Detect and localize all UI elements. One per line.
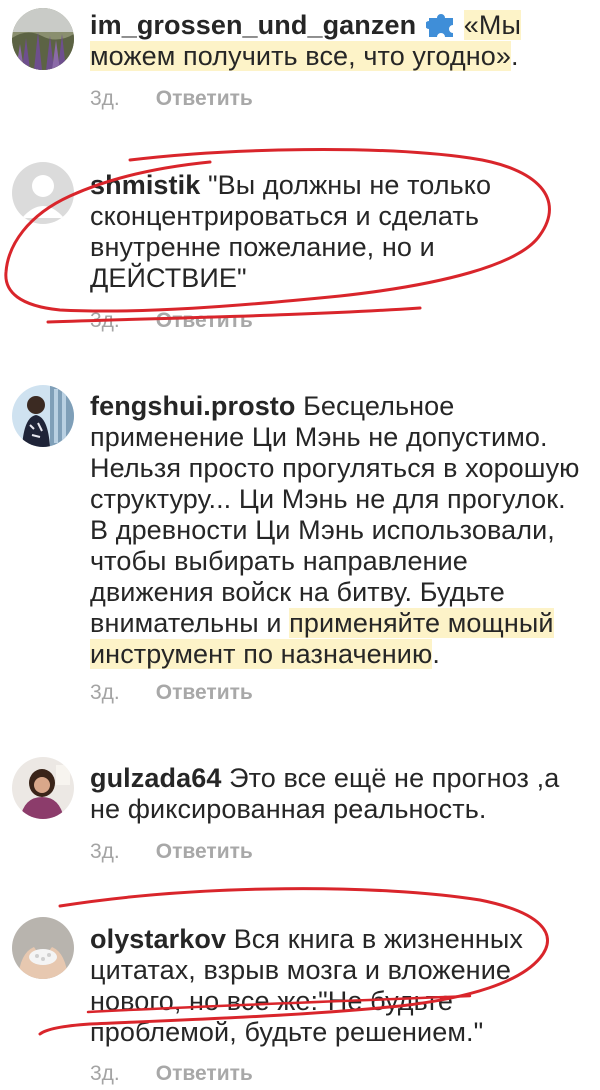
comment-meta: 3д. Ответить	[90, 309, 253, 333]
comment-username[interactable]: fengshui.prosto	[90, 391, 296, 421]
reply-button[interactable]: Ответить	[156, 309, 253, 332]
comment-meta: 3д. Ответить	[90, 840, 253, 864]
comment-text: olystarkov Вся книга в жизненных цитатах…	[90, 924, 580, 1048]
avatar[interactable]	[12, 757, 74, 819]
comment-username[interactable]: olystarkov	[90, 924, 226, 954]
puzzle-piece-icon	[425, 14, 453, 37]
comment-text: im_grossen_und_ganzen «Мы можем получить…	[90, 10, 580, 72]
comment-time: 3д.	[90, 87, 120, 110]
avatar[interactable]	[12, 385, 74, 447]
comment-meta: 3д. Ответить	[90, 1062, 253, 1086]
comment-text: fengshui.prosto Бесцельное применение Ци…	[90, 391, 580, 670]
reply-button[interactable]: Ответить	[156, 840, 253, 863]
comment-username[interactable]: gulzada64	[90, 763, 221, 793]
comment-time: 3д.	[90, 681, 120, 704]
reply-button[interactable]: Ответить	[156, 1062, 253, 1085]
comment-text-end: .	[510, 41, 519, 71]
comment-username[interactable]: shmistik	[90, 170, 200, 200]
reply-button[interactable]: Ответить	[156, 681, 253, 704]
comment-body: Бесцельное применение Ци Мэнь не допусти…	[90, 391, 580, 638]
avatar[interactable]	[12, 8, 74, 70]
comment-meta: 3д. Ответить	[90, 87, 253, 111]
comment-time: 3д.	[90, 1062, 120, 1085]
comment-text-end: .	[432, 639, 440, 669]
avatar[interactable]	[12, 162, 74, 224]
comment-time: 3д.	[90, 840, 120, 863]
comment-text: shmistik "Вы должны не только сконцентри…	[90, 170, 580, 294]
comment-time: 3д.	[90, 309, 120, 332]
avatar[interactable]	[12, 917, 74, 979]
comment-username[interactable]: im_grossen_und_ganzen	[90, 10, 416, 40]
comment-meta: 3д. Ответить	[90, 681, 253, 705]
reply-button[interactable]: Ответить	[156, 87, 253, 110]
comment-text: gulzada64 Это все ещё не прогноз ,а не ф…	[90, 763, 580, 825]
